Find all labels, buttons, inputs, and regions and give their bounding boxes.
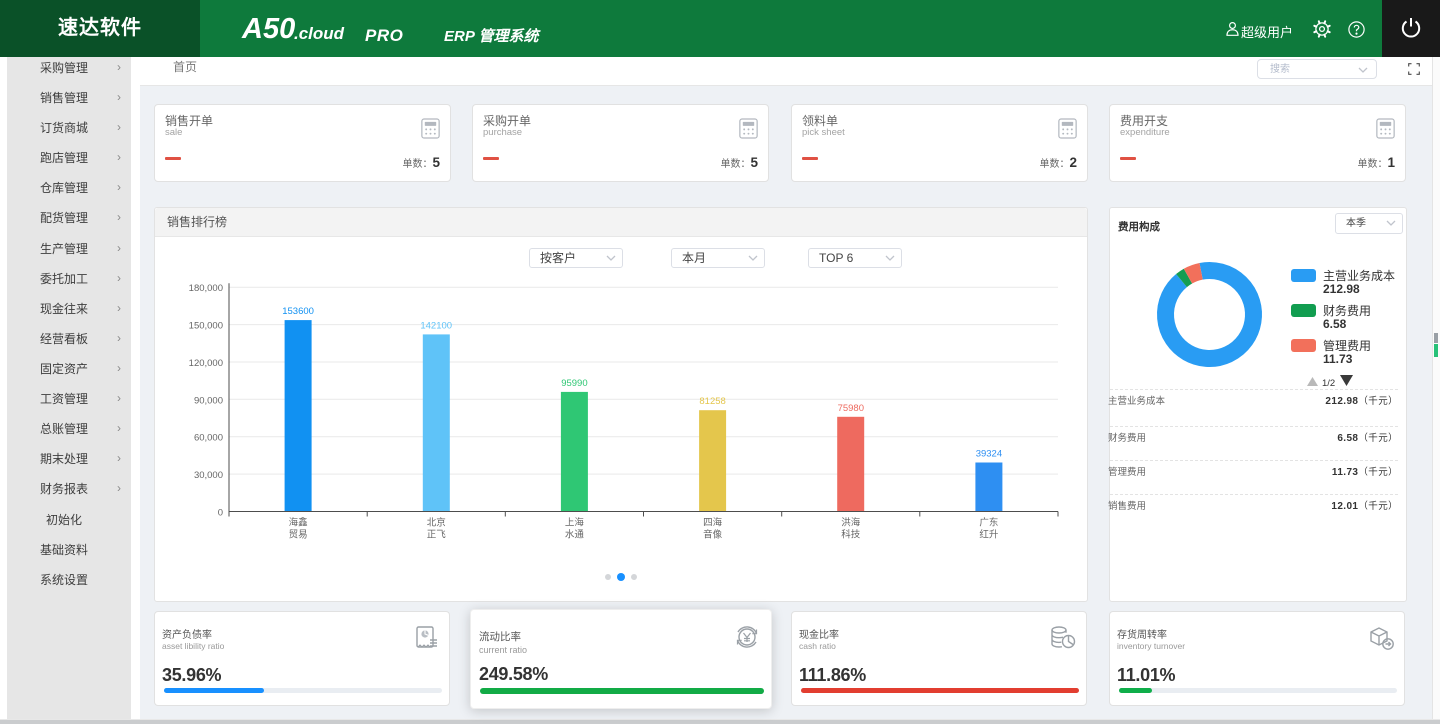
svg-text:81258: 81258 — [699, 396, 725, 407]
svg-text:60,000: 60,000 — [194, 433, 223, 444]
svg-text:150,000: 150,000 — [189, 321, 223, 332]
svg-text:海鑫: 海鑫 — [289, 517, 309, 529]
svg-text:科技: 科技 — [841, 529, 861, 541]
svg-text:音像: 音像 — [703, 529, 723, 541]
svg-text:0: 0 — [218, 508, 223, 519]
svg-text:180,000: 180,000 — [189, 283, 223, 294]
svg-text:95990: 95990 — [561, 378, 587, 389]
svg-text:四海: 四海 — [703, 517, 723, 529]
svg-text:北京: 北京 — [427, 517, 446, 529]
svg-text:120,000: 120,000 — [189, 358, 223, 369]
svg-text:洪海: 洪海 — [841, 517, 861, 529]
svg-text:贸易: 贸易 — [289, 529, 308, 541]
svg-text:142100: 142100 — [420, 320, 452, 331]
svg-text:153600: 153600 — [282, 306, 314, 317]
svg-text:39324: 39324 — [976, 449, 1002, 460]
svg-text:90,000: 90,000 — [194, 395, 223, 406]
svg-text:水通: 水通 — [565, 529, 585, 541]
svg-text:75980: 75980 — [838, 403, 864, 414]
svg-text:红升: 红升 — [979, 529, 999, 541]
svg-text:上海: 上海 — [565, 517, 585, 529]
svg-text:30,000: 30,000 — [194, 470, 223, 481]
svg-text:正飞: 正飞 — [427, 530, 447, 541]
svg-text:广东: 广东 — [979, 517, 998, 529]
